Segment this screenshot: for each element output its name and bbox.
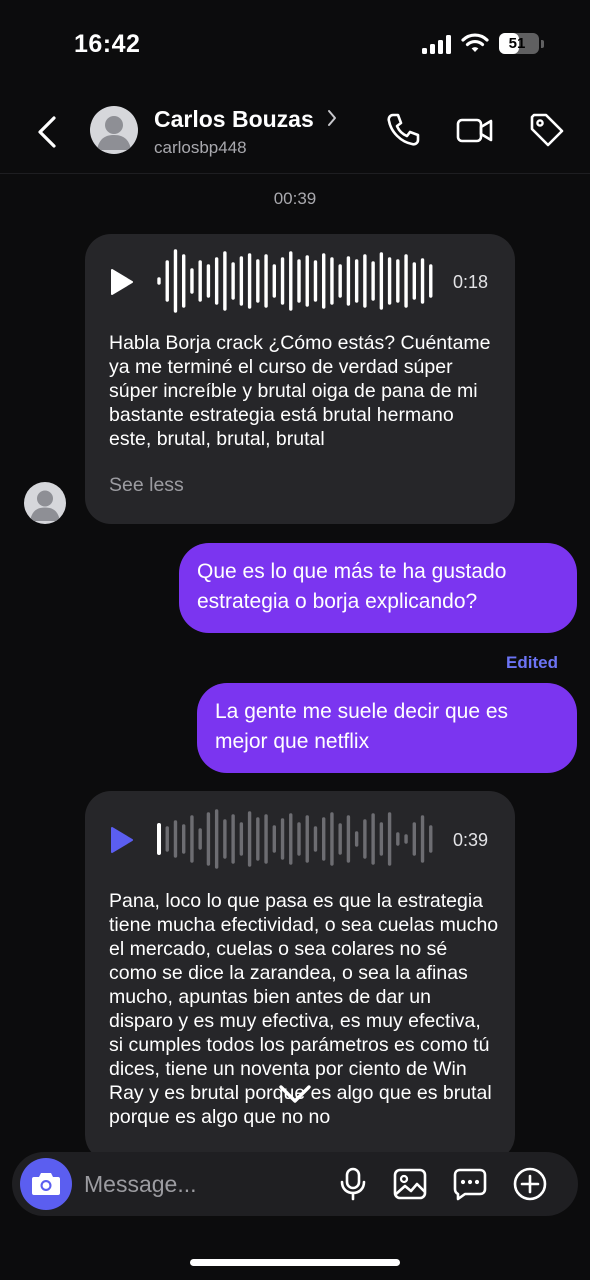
message-composer (12, 1152, 578, 1216)
tag-icon[interactable] (527, 110, 567, 150)
signal-icon (422, 34, 452, 54)
battery-icon: 51 (499, 33, 539, 54)
voice-transcript: Habla Borja crack ¿Cómo estás? Cuéntame … (109, 332, 491, 450)
battery-tip (541, 40, 544, 48)
phone-icon[interactable] (383, 110, 423, 150)
plus-circle-icon[interactable] (512, 1166, 548, 1202)
camera-button[interactable] (20, 1158, 72, 1210)
contact-name[interactable]: Carlos Bouzas (154, 106, 314, 133)
outgoing-message[interactable]: La gente me suele decir que es mejor que… (197, 683, 577, 773)
edited-label: Edited (506, 653, 558, 672)
chat-more-icon[interactable] (452, 1166, 488, 1202)
default-avatar-icon (97, 116, 131, 150)
voice-waveform[interactable] (155, 807, 435, 871)
sender-avatar[interactable] (24, 482, 66, 524)
chevron-right-icon[interactable] (326, 108, 338, 128)
voice-duration: 0:18 (453, 272, 489, 292)
chat-screen: 16:42 51 Carlos Bouzas carlosbp448 00:39… (0, 0, 590, 1280)
wifi-icon (461, 33, 489, 52)
voice-waveform[interactable] (155, 249, 435, 313)
battery-level: 51 (508, 35, 526, 52)
image-icon[interactable] (392, 1166, 428, 1202)
camera-icon (32, 1173, 60, 1195)
microphone-icon[interactable] (335, 1166, 371, 1202)
status-time: 16:42 (74, 30, 141, 58)
chat-header: Carlos Bouzas carlosbp448 (0, 90, 590, 174)
chevron-down-icon[interactable] (276, 1079, 314, 1109)
home-indicator (190, 1259, 400, 1266)
default-avatar-icon (30, 490, 60, 521)
outgoing-message[interactable]: Que es lo que más te ha gustado estrateg… (179, 543, 577, 633)
voice-transcript: Pana, loco lo que pasa es que la estrate… (109, 890, 499, 1128)
see-less-link[interactable]: See less (109, 474, 184, 497)
play-icon[interactable] (107, 267, 135, 297)
message-input[interactable] (84, 1160, 314, 1208)
play-icon[interactable] (107, 825, 135, 855)
video-camera-icon[interactable] (455, 110, 495, 150)
back-icon[interactable] (28, 110, 68, 154)
status-bar: 16:42 51 (0, 0, 590, 90)
message-timestamp: 00:39 (273, 189, 317, 208)
contact-username: carlosbp448 (154, 138, 247, 157)
voice-duration: 0:39 (453, 830, 489, 850)
avatar[interactable] (90, 106, 138, 154)
